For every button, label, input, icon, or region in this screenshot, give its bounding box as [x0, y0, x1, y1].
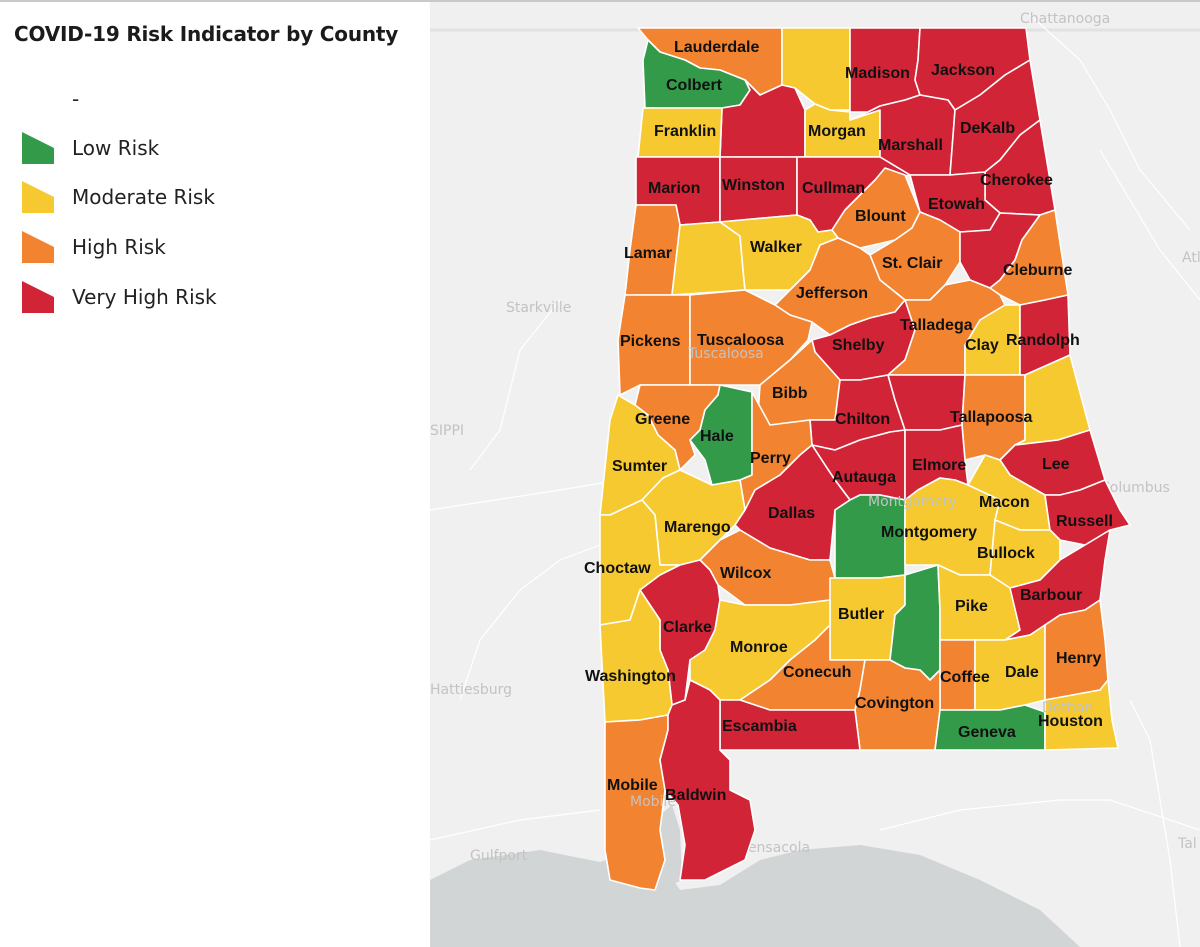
county-label: Bibb	[772, 385, 808, 402]
county-label: Washington	[585, 668, 676, 685]
county-label: Perry	[750, 450, 791, 467]
county-label: Mobile	[607, 777, 658, 794]
map-view[interactable]: Chattanooga Starkville SIPPI Hattiesburg…	[430, 2, 1200, 947]
county-label: Randolph	[1006, 332, 1080, 349]
county-label: Baldwin	[665, 787, 726, 804]
county-label: Walker	[750, 239, 802, 256]
county-label: Marshall	[878, 137, 943, 154]
county-label: Geneva	[958, 724, 1016, 741]
legend-item-none: -	[22, 82, 79, 116]
county-label: Shelby	[832, 337, 885, 354]
basemap-label: Montgomery	[868, 494, 957, 510]
county-label: Wilcox	[720, 565, 772, 582]
county-label: Monroe	[730, 639, 788, 656]
county-label: Jackson	[931, 62, 995, 79]
gulf-water	[430, 845, 1080, 947]
county-label: Cleburne	[1003, 262, 1072, 279]
county-label: Lamar	[624, 245, 672, 262]
basemap-label: Atl	[1182, 250, 1200, 266]
basemap-label: Starkville	[506, 300, 571, 316]
legend-item-low-risk: Low Risk	[22, 131, 159, 165]
county-label: Madison	[845, 65, 910, 82]
basemap-label: Hattiesburg	[430, 682, 512, 698]
alabama-county-map[interactable]: Chattanooga Starkville SIPPI Hattiesburg…	[430, 2, 1200, 947]
legend-swatch-blank-icon	[22, 83, 54, 115]
county-label: Tuscaloosa	[697, 332, 784, 349]
basemap-label: SIPPI	[430, 423, 464, 439]
county-label: Clay	[965, 337, 999, 354]
county-label: Tallapoosa	[950, 409, 1032, 426]
county-label: Hale	[700, 428, 734, 445]
county-label: Barbour	[1020, 587, 1082, 604]
county-label: Bullock	[977, 545, 1035, 562]
county-label: Escambia	[722, 718, 797, 735]
county-label: Dallas	[768, 505, 815, 522]
legend-swatch-low-icon	[22, 132, 54, 164]
county-label: Cherokee	[980, 172, 1053, 189]
county-label: St. Clair	[882, 255, 942, 272]
legend-label: Moderate Risk	[72, 185, 215, 209]
county-label: Marion	[648, 180, 700, 197]
county-label: DeKalb	[960, 120, 1015, 137]
legend-swatch-moderate-icon	[22, 181, 54, 213]
legend-item-moderate-risk: Moderate Risk	[22, 180, 215, 214]
county-label: Marengo	[664, 519, 731, 536]
county-fayette[interactable]	[671, 221, 746, 296]
legend-item-very-high-risk: Very High Risk	[22, 280, 217, 314]
county-label: Covington	[855, 695, 934, 712]
county-label: Morgan	[808, 123, 866, 140]
county-label: Coffee	[940, 669, 990, 686]
legend-swatch-very-high-icon	[22, 281, 54, 313]
legend-title: COVID-19 Risk Indicator by County	[14, 22, 399, 46]
county-label: Talladega	[900, 317, 973, 334]
county-label: Dale	[1005, 664, 1039, 681]
county-label: Franklin	[654, 123, 716, 140]
basemap-label: Chattanooga	[1020, 11, 1110, 27]
county-label: Jefferson	[796, 285, 868, 302]
county-label: Pike	[955, 598, 988, 615]
county-label: Clarke	[663, 619, 712, 636]
county-label: Lee	[1042, 456, 1070, 473]
county-label: Macon	[979, 494, 1030, 511]
county-label: Chilton	[835, 411, 890, 428]
county-label: Russell	[1056, 513, 1113, 530]
county-label: Lauderdale	[674, 39, 759, 56]
legend-label: -	[72, 87, 80, 111]
legend-label: Low Risk	[72, 136, 160, 160]
basemap-label: Tal	[1177, 836, 1197, 852]
county-label: Henry	[1056, 650, 1101, 667]
legend-panel: COVID-19 Risk Indicator by County - Low …	[0, 2, 430, 947]
county-label: Colbert	[666, 77, 723, 94]
county-label: Cullman	[802, 180, 865, 197]
legend-label: Very High Risk	[72, 285, 217, 309]
county-label: Elmore	[912, 457, 966, 474]
county-label: Montgomery	[881, 524, 977, 541]
legend-swatch-high-icon	[22, 231, 54, 263]
county-label: Greene	[635, 411, 690, 428]
county-label: Pickens	[620, 333, 681, 350]
basemap-label: Gulfport	[470, 848, 528, 864]
county-label: Sumter	[612, 458, 667, 475]
county-label: Conecuh	[783, 664, 851, 681]
county-label: Blount	[855, 208, 906, 225]
county-label: Butler	[838, 606, 884, 623]
legend-label: High Risk	[72, 235, 166, 259]
legend-item-high-risk: High Risk	[22, 230, 166, 264]
county-label: Houston	[1038, 713, 1103, 730]
county-label: Etowah	[928, 196, 985, 213]
county-label: Autauga	[832, 469, 896, 486]
county-label: Winston	[722, 177, 785, 194]
county-label: Choctaw	[584, 560, 651, 577]
